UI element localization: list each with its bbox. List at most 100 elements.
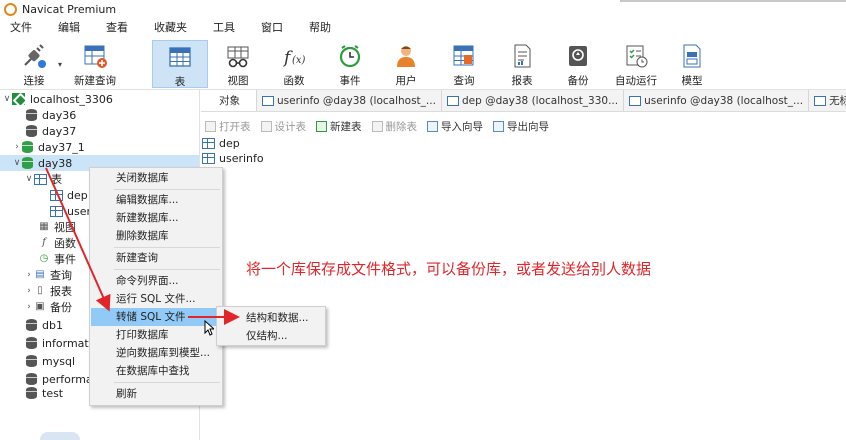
tab-userinfo-2[interactable]: userinfo @day38 (localhost_...	[624, 90, 810, 111]
table-button[interactable]: 表	[152, 40, 208, 88]
report-label: 报表	[511, 75, 533, 87]
tree-queries[interactable]: › ▤ 查询	[24, 267, 72, 283]
database-open-icon	[22, 157, 33, 169]
open-table-button[interactable]: 打开表	[205, 119, 251, 134]
tree-backups[interactable]: › ▣ 备份	[24, 299, 72, 315]
menu-favorites[interactable]: 收藏夹	[144, 18, 197, 38]
window-title: Navicat Premium	[22, 2, 117, 16]
tree-db-day36[interactable]: day36	[26, 107, 76, 123]
database-icon	[26, 109, 37, 121]
function-label: 函数	[283, 75, 305, 87]
dump-submenu: 结构和数据... 仅结构...	[216, 306, 326, 346]
menu-separator	[114, 269, 220, 270]
tree-functions[interactable]: f 函数	[38, 235, 76, 251]
tab-bar: 对象 userinfo @day38 (localhost_... dep @d…	[201, 90, 846, 112]
tree-db-day37[interactable]: day37	[26, 123, 76, 139]
menu-edit-database[interactable]: 编辑数据库...	[91, 191, 222, 209]
expand-caret-icon[interactable]: ∨	[2, 94, 12, 104]
new-table-button[interactable]: 新建表	[316, 119, 362, 134]
tab-label: userinfo @day38 (localhost_...	[277, 94, 436, 107]
menu-new-query[interactable]: 新建查询	[91, 249, 222, 267]
tree-reports[interactable]: › ▯ 报表	[24, 283, 72, 299]
menu-view[interactable]: 查看	[96, 18, 138, 38]
database-icon	[26, 337, 37, 349]
tree-table-dep[interactable]: dep	[50, 187, 88, 203]
connect-dropdown-arrow-icon[interactable]: ▾	[58, 60, 62, 69]
submenu-structure-only[interactable]: 仅结构...	[218, 327, 325, 345]
expand-caret-icon[interactable]: ∨	[12, 158, 22, 168]
tree-events[interactable]: ◷ 事件	[38, 251, 76, 267]
db-label: mysql	[42, 354, 75, 368]
function-icon: f (x)	[281, 43, 307, 69]
menu-command-line[interactable]: 命令列界面...	[91, 272, 222, 290]
menu-file[interactable]: 文件	[0, 18, 42, 38]
collapse-caret-icon[interactable]: ›	[24, 302, 34, 312]
tree-table-user[interactable]: user	[50, 203, 91, 219]
user-button[interactable]: 用户	[386, 40, 426, 88]
new-query-button[interactable]: 新建查询	[72, 40, 118, 88]
table-icon	[202, 153, 215, 164]
menu-help[interactable]: 帮助	[299, 18, 341, 38]
object-row-userinfo[interactable]: userinfo	[201, 151, 846, 166]
design-table-icon	[260, 120, 272, 132]
menu-edit[interactable]: 编辑	[48, 18, 90, 38]
report-button[interactable]: 报表	[502, 40, 542, 88]
menu-close-database[interactable]: 关闭数据库	[91, 169, 222, 187]
tree-tables-folder[interactable]: ∨ 表	[24, 171, 62, 187]
view-icon: ▦	[39, 221, 49, 232]
model-button[interactable]: 模型	[672, 40, 712, 88]
menu-delete-database[interactable]: 删除数据库	[91, 227, 222, 245]
connection-icon	[12, 93, 25, 105]
tab-objects[interactable]: 对象	[201, 90, 257, 111]
folder-label: 函数	[54, 237, 76, 250]
submenu-structure-and-data[interactable]: 结构和数据...	[218, 309, 325, 327]
menu-print-database[interactable]: 打印数据库	[91, 326, 222, 344]
object-row-dep[interactable]: dep	[201, 136, 846, 151]
auto-run-button[interactable]: 自动运行	[612, 40, 660, 88]
menu-window[interactable]: 窗口	[251, 18, 293, 38]
tab-userinfo-1[interactable]: userinfo @day38 (localhost_...	[257, 90, 442, 111]
tab-dep[interactable]: dep @day38 (localhost_330...	[442, 90, 625, 111]
tree-db-test[interactable]: test	[26, 385, 63, 401]
menu-run-sql-file[interactable]: 运行 SQL 文件...	[91, 290, 222, 308]
backup-icon: ▣	[35, 301, 45, 312]
backup-button[interactable]: 备份	[558, 40, 598, 88]
import-wizard-button[interactable]: 导入向导	[427, 119, 483, 134]
tree-db-day37-1[interactable]: › day37_1	[12, 139, 85, 155]
function-button[interactable]: f (x) 函数	[274, 40, 314, 88]
view-button[interactable]: 视图	[218, 40, 258, 88]
collapse-caret-icon[interactable]: ›	[24, 286, 34, 296]
tree-db-db1[interactable]: db1	[26, 317, 63, 333]
plug-icon	[21, 43, 47, 69]
title-bar: Navicat Premium	[0, 0, 846, 18]
expand-caret-icon[interactable]: ∨	[24, 174, 34, 184]
menu-dump-sql-file[interactable]: 转储 SQL 文件	[91, 308, 222, 326]
collapse-caret-icon[interactable]: ›	[24, 270, 34, 280]
user-icon	[393, 43, 419, 69]
delete-table-button[interactable]: 删除表	[371, 119, 417, 134]
menu-reverse-to-model[interactable]: 逆向数据库到模型...	[91, 344, 222, 362]
connect-label: 连接	[23, 75, 45, 87]
tab-untitled[interactable]: 无标题 @day38 (lo	[809, 90, 846, 111]
bottom-edge-shape	[40, 432, 80, 440]
folder-label: 报表	[50, 285, 72, 298]
menu-new-database[interactable]: 新建数据库...	[91, 209, 222, 227]
menu-bar: 文件 编辑 查看 收藏夹 工具 窗口 帮助	[0, 18, 846, 38]
tree-db-information[interactable]: informati	[26, 335, 92, 351]
view-icon	[225, 43, 251, 69]
collapse-caret-icon[interactable]: ›	[12, 142, 22, 152]
menu-tools[interactable]: 工具	[203, 18, 245, 38]
menu-refresh[interactable]: 刷新	[91, 385, 222, 403]
export-wizard-button[interactable]: 导出向导	[493, 119, 549, 134]
tree-db-mysql[interactable]: mysql	[26, 353, 75, 369]
query-button[interactable]: 查询	[444, 40, 484, 88]
button-label: 新建表	[330, 120, 362, 133]
connect-button[interactable]: 连接	[14, 40, 54, 88]
menu-find-in-database[interactable]: 在数据库中查找	[91, 362, 222, 380]
menu-separator	[114, 189, 220, 190]
design-table-button[interactable]: 设计表	[260, 119, 306, 134]
tree-views[interactable]: ▦ 视图	[38, 219, 76, 235]
tree-connection[interactable]: ∨ localhost_3306	[2, 91, 113, 107]
event-button[interactable]: 事件	[330, 40, 370, 88]
folder-label: 事件	[54, 253, 76, 266]
